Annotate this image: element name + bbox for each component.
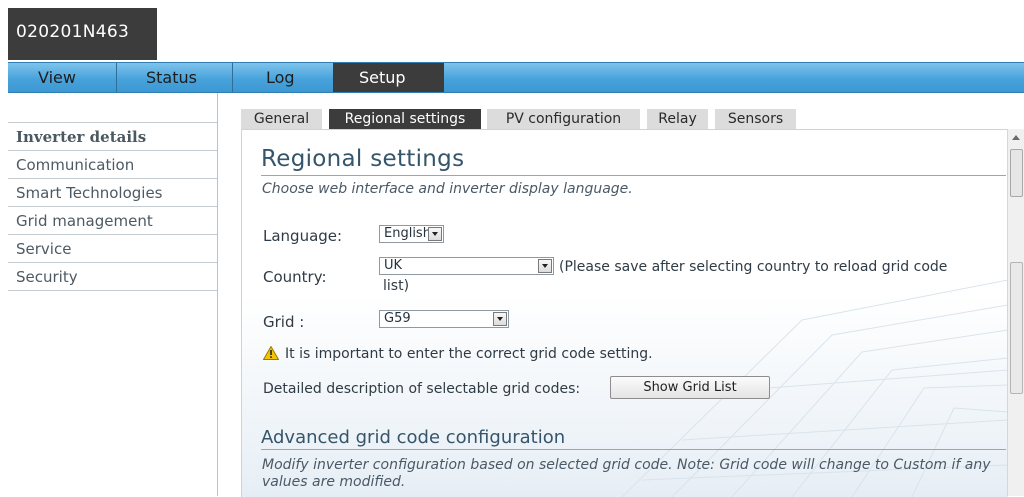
sidebar: Inverter details Communication Smart Tec… xyxy=(8,93,218,496)
advanced-section-title: Advanced grid code configuration xyxy=(261,427,566,448)
nav-view-label: View xyxy=(38,68,76,87)
nav-divider xyxy=(116,63,117,92)
main-nav: View Status Log Setup xyxy=(8,62,1024,93)
grid-label: Grid : xyxy=(263,313,305,331)
tab-relay[interactable]: Relay xyxy=(647,109,708,129)
tab-regional-settings[interactable]: Regional settings xyxy=(329,109,481,129)
device-serial: 020201N463 xyxy=(16,22,130,42)
sidebar-item-label: Inverter details xyxy=(16,128,147,146)
sidebar-item-grid-management[interactable]: Grid management xyxy=(8,207,217,235)
scroll-thumb[interactable] xyxy=(1010,149,1023,197)
tab-pv-configuration[interactable]: PV configuration xyxy=(487,109,640,129)
nav-setup-label: Setup xyxy=(359,68,406,87)
warning-icon xyxy=(263,346,279,360)
sidebar-item-smart-technologies[interactable]: Smart Technologies xyxy=(8,179,217,207)
scroll-up-arrow-icon[interactable] xyxy=(1012,135,1020,140)
grid-select[interactable]: G59 xyxy=(379,310,509,328)
tab-label: General xyxy=(253,111,310,127)
nav-setup[interactable]: Setup xyxy=(333,63,444,92)
tab-label: Regional settings xyxy=(344,111,466,127)
chevron-down-icon xyxy=(538,259,552,273)
country-note: (Please save after selecting country to … xyxy=(559,259,948,275)
grid-value: G59 xyxy=(384,311,411,326)
country-note-continued: list) xyxy=(383,278,410,294)
sidebar-item-label: Service xyxy=(16,240,72,258)
sidebar-item-service[interactable]: Service xyxy=(8,235,217,263)
sidebar-item-label: Security xyxy=(16,268,78,286)
country-value: UK xyxy=(384,258,403,273)
page-title: Regional settings xyxy=(261,146,465,172)
nav-status-label: Status xyxy=(146,68,197,87)
sidebar-item-security[interactable]: Security xyxy=(8,263,217,291)
page-subtitle: Choose web interface and inverter displa… xyxy=(262,181,633,197)
language-label: Language: xyxy=(263,227,343,245)
tab-general[interactable]: General xyxy=(241,109,322,129)
show-grid-list-button[interactable]: Show Grid List xyxy=(610,376,770,399)
sidebar-item-communication[interactable]: Communication xyxy=(8,151,217,179)
language-value: English xyxy=(384,226,431,241)
title-divider xyxy=(261,175,1006,176)
grid-warning-text: It is important to enter the correct gri… xyxy=(285,346,653,362)
chevron-down-icon xyxy=(428,227,442,241)
language-select[interactable]: English xyxy=(379,225,444,243)
device-serial-tab[interactable]: 020201N463 xyxy=(8,8,157,60)
advanced-divider xyxy=(261,449,1006,450)
scroll-thumb-lower[interactable] xyxy=(1010,262,1023,394)
tab-sensors[interactable]: Sensors xyxy=(715,109,796,129)
sidebar-list: Inverter details Communication Smart Tec… xyxy=(8,122,217,291)
tab-label: Sensors xyxy=(727,111,784,127)
grid-detail-label: Detailed description of selectable grid … xyxy=(263,381,581,397)
sidebar-item-label: Smart Technologies xyxy=(16,184,163,202)
tab-label: Relay xyxy=(658,111,697,127)
nav-log[interactable]: Log xyxy=(266,63,295,92)
vertical-scrollbar[interactable] xyxy=(1007,129,1024,496)
country-label: Country: xyxy=(263,268,327,286)
country-select[interactable]: UK xyxy=(379,257,554,275)
sidebar-item-inverter-details[interactable]: Inverter details xyxy=(8,123,217,151)
advanced-description: Modify inverter configuration based on s… xyxy=(262,457,991,490)
tab-label: PV configuration xyxy=(505,111,622,127)
nav-view[interactable]: View xyxy=(38,63,76,92)
nav-divider xyxy=(232,63,233,92)
chevron-down-icon xyxy=(493,312,507,326)
sidebar-item-label: Grid management xyxy=(16,212,153,230)
nav-status[interactable]: Status xyxy=(146,63,197,92)
nav-log-label: Log xyxy=(266,68,295,87)
sidebar-item-label: Communication xyxy=(16,156,135,174)
